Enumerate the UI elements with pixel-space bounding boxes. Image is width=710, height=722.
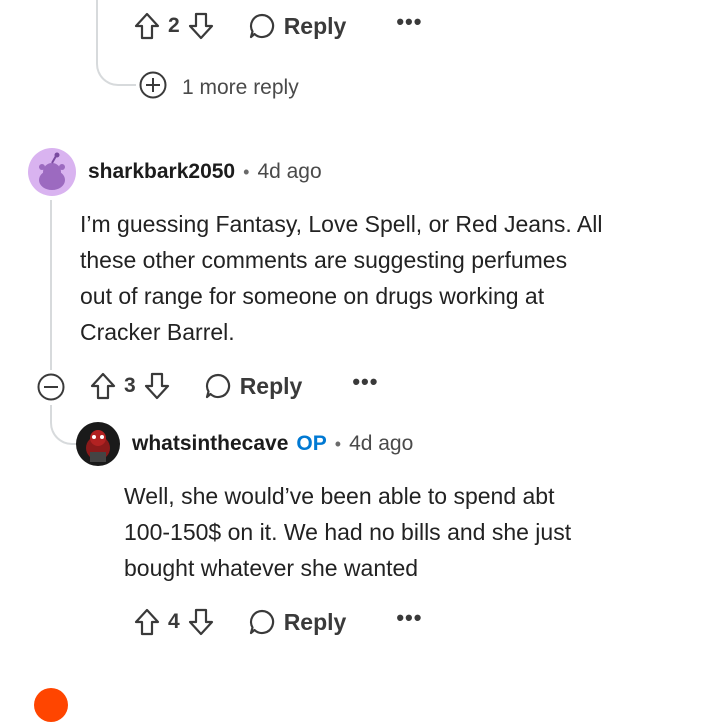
vote-group: 2 (134, 12, 214, 40)
reply-label: Reply (283, 608, 347, 635)
username[interactable]: sharkbark2050 (88, 160, 235, 184)
thread-curve-comment2 (50, 405, 78, 445)
plus-circle-icon (138, 70, 168, 105)
vote-group: 3 (90, 372, 170, 400)
collapse-button[interactable] (36, 372, 66, 407)
vote-group: 4 (134, 608, 214, 636)
thread-line-comment1 (50, 200, 52, 370)
downvote-icon[interactable] (144, 372, 170, 400)
snoo-avatar-icon (86, 430, 110, 462)
downvote-icon[interactable] (188, 12, 214, 40)
reply-label: Reply (283, 12, 347, 39)
comment1-actions: 3 Reply ••• (90, 366, 378, 406)
upvote-icon[interactable] (134, 12, 160, 40)
minus-circle-icon (37, 373, 65, 401)
more-options-button[interactable]: ••• (396, 11, 422, 33)
comment-body: I’m guessing Fantasy, Love Spell, or Red… (80, 206, 602, 350)
comment-body-line: these other comments are suggesting perf… (80, 247, 568, 273)
more-options-button[interactable]: ••• (396, 607, 422, 629)
more-options-button[interactable]: ••• (352, 371, 378, 393)
chat-bubble-icon (248, 608, 276, 636)
comment-age: 4d ago (257, 160, 322, 183)
upvote-icon[interactable] (90, 372, 116, 400)
downvote-icon[interactable] (188, 608, 214, 636)
vote-count: 4 (168, 610, 180, 633)
comment-header: whatsinthecave OP • 4d ago (132, 430, 413, 458)
comment-header: sharkbark2050 • 4d ago (88, 158, 322, 186)
comment-body: Well, she would’ve been able to spend ab… (124, 478, 571, 586)
more-replies-label: 1 more reply (182, 75, 299, 99)
comment-body-line: bought whatever she wanted (124, 555, 419, 581)
thread-curve-top (96, 40, 136, 86)
more-replies-link[interactable]: 1 more reply (138, 70, 299, 105)
comment2-actions: 4 Reply ••• (134, 602, 422, 642)
comment-body-line: Cracker Barrel. (80, 319, 235, 345)
reply-button[interactable]: Reply (248, 12, 347, 40)
username[interactable]: whatsinthecave (132, 432, 288, 456)
comment-age: 4d ago (349, 432, 414, 455)
chat-bubble-icon (248, 12, 276, 40)
vote-count: 2 (168, 14, 180, 37)
chat-bubble-icon (204, 372, 232, 400)
separator-dot: • (243, 161, 250, 182)
top-comment-actions: 2 Reply ••• (134, 6, 422, 46)
comment-body-line: Well, she would’ve been able to spend ab… (124, 483, 555, 509)
comment-body-line: 100-150$ on it. We had no bills and she … (124, 519, 572, 545)
reply-button[interactable]: Reply (248, 608, 347, 636)
snoo-avatar-icon (39, 152, 65, 190)
vote-count: 3 (124, 374, 136, 397)
reply-label: Reply (239, 372, 303, 399)
avatar[interactable] (76, 422, 120, 466)
op-badge: OP (296, 432, 327, 455)
upvote-icon[interactable] (134, 608, 160, 636)
comment-body-line: out of range for someone on drugs workin… (80, 283, 545, 309)
separator-dot: • (334, 433, 342, 454)
avatar[interactable] (34, 688, 68, 722)
avatar[interactable] (28, 148, 76, 196)
reply-button[interactable]: Reply (204, 372, 303, 400)
comment-body-line: I’m guessing Fantasy, Love Spell, or Red… (80, 211, 603, 237)
